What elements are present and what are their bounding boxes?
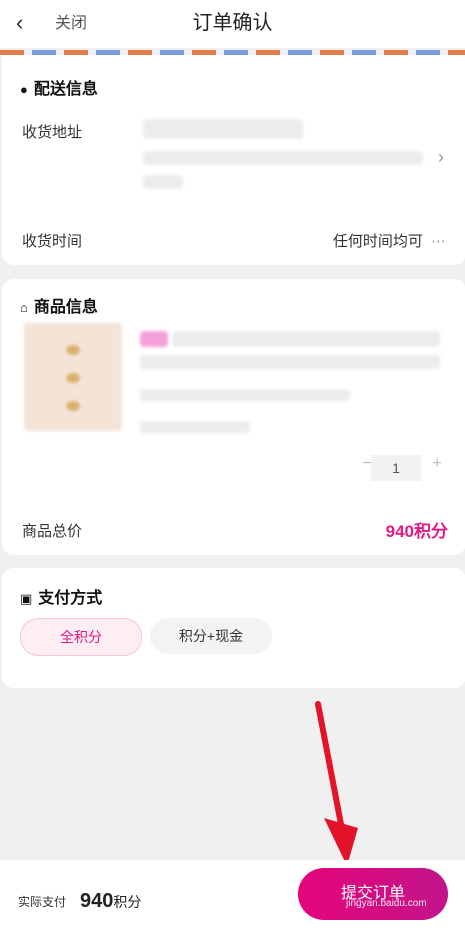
- annotation-arrow: [315, 701, 358, 866]
- page-title: 订单确认: [192, 12, 273, 34]
- quantity-increase-button[interactable]: +: [433, 455, 442, 473]
- delivery-time-label: 收货时间: [22, 233, 83, 250]
- submit-order-button[interactable]: 提交订单: [298, 868, 448, 920]
- delivery-info-card: ● 配送信息 收货地址 › 收货时间 任何时间均可 ⋯: [2, 55, 465, 265]
- actual-payment-value: 940积分: [80, 890, 141, 913]
- address-line-blurred: [143, 151, 423, 165]
- product-name-blurred: [140, 355, 440, 369]
- location-pin-icon: ●: [20, 82, 28, 97]
- payment-option-all-points[interactable]: 全积分: [20, 618, 142, 656]
- product-name-blurred: [172, 331, 440, 347]
- actual-payment-unit: 积分: [113, 894, 142, 910]
- wallet-icon: ▣: [20, 591, 33, 606]
- address-line-blurred: [143, 175, 183, 189]
- chevron-right-icon[interactable]: ›: [438, 147, 444, 168]
- payment-section-title: ▣ 支付方式: [20, 584, 102, 608]
- goods-total-label: 商品总价: [22, 523, 83, 540]
- delivery-time-value: 任何时间均可: [332, 233, 423, 250]
- address-block[interactable]: [137, 113, 437, 203]
- product-image-detail: [66, 373, 80, 383]
- actual-payment-amount: 940: [80, 890, 114, 912]
- more-dots-icon: ⋯: [431, 233, 446, 250]
- goods-section-title-text: 商品信息: [33, 299, 98, 316]
- delivery-section-title: ● 配送信息: [20, 75, 98, 99]
- goods-total-value: 940积分: [385, 522, 448, 541]
- address-label: 收货地址: [22, 124, 83, 141]
- product-image-detail: [66, 345, 80, 355]
- shopping-bag-icon: ⌂: [20, 300, 28, 315]
- product-tag-blurred: [140, 331, 168, 347]
- goods-info-card: ⌂ 商品信息 − 1 + 商品总价 940积分: [2, 279, 465, 555]
- product-spec-blurred: [140, 421, 250, 433]
- quantity-input[interactable]: 1: [371, 455, 421, 481]
- bottom-action-bar: 实际支付 940积分 提交订单: [0, 860, 465, 930]
- address-line-blurred: [143, 119, 303, 139]
- watermark-text: jingyan.baidu.com: [346, 898, 427, 909]
- goods-section-title: ⌂ 商品信息: [20, 293, 98, 317]
- payment-method-card: ▣ 支付方式 全积分 积分+现金: [2, 568, 465, 688]
- delivery-section-title-text: 配送信息: [33, 81, 98, 98]
- payment-section-title-text: 支付方式: [38, 590, 103, 607]
- product-image[interactable]: [24, 323, 122, 431]
- top-nav-bar: ‹ 关闭 订单确认: [0, 0, 465, 48]
- delivery-time-selector[interactable]: 任何时间均可 ⋯: [333, 230, 446, 251]
- actual-payment-label: 实际支付: [18, 895, 67, 909]
- product-spec-blurred: [140, 389, 350, 401]
- payment-option-points-cash[interactable]: 积分+现金: [150, 618, 272, 654]
- product-image-detail: [66, 401, 80, 411]
